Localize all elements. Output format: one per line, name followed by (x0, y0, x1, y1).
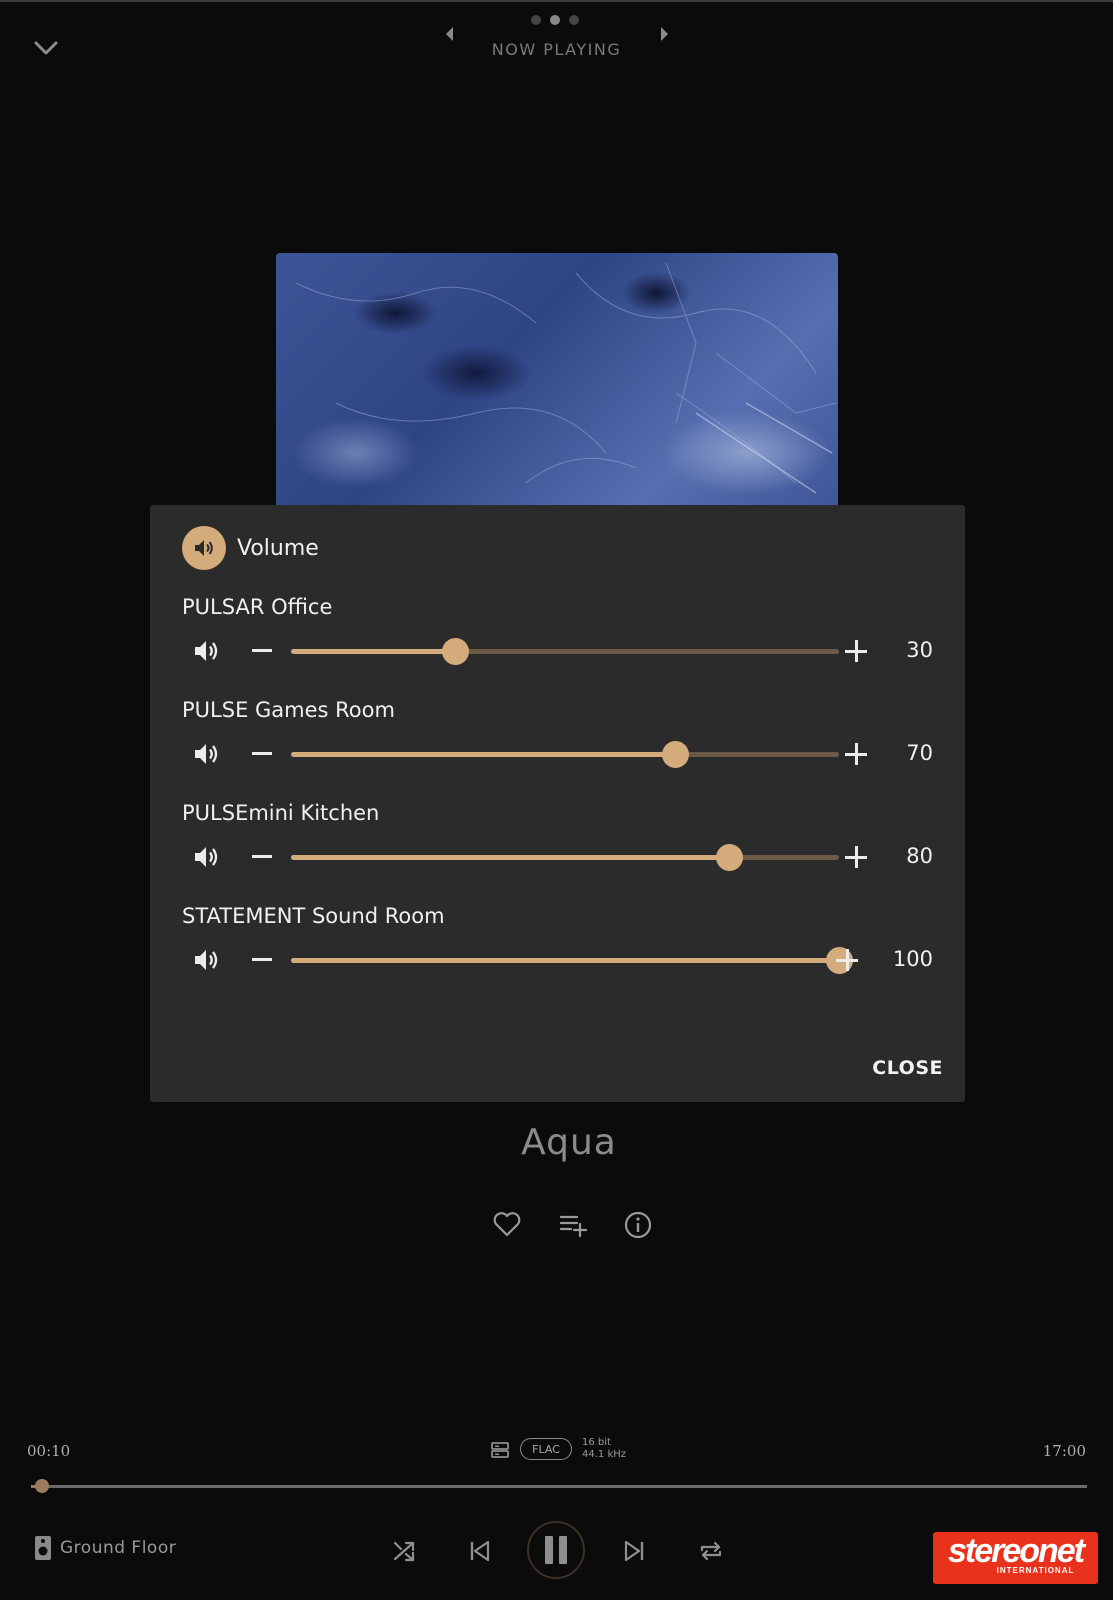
album-artwork (276, 253, 838, 505)
volume-up-button[interactable] (845, 846, 867, 868)
speaker-device-icon (35, 1536, 51, 1560)
audio-spec: 16 bit 44.1 kHz (582, 1437, 626, 1461)
volume-slider-fill (291, 958, 839, 963)
volume-slider-handle[interactable] (442, 638, 470, 665)
progress-handle[interactable] (34, 1479, 49, 1493)
volume-value: 70 (906, 741, 933, 765)
speaker-icon[interactable] (192, 636, 222, 666)
duration-time: 17:00 (1042, 1442, 1086, 1460)
page-indicator (531, 15, 579, 25)
speaker-icon (182, 526, 226, 570)
bit-depth: 16 bit (582, 1437, 611, 1448)
volume-up-button[interactable] (845, 743, 867, 765)
track-title: Aqua (521, 1122, 617, 1163)
heart-icon[interactable] (492, 1210, 522, 1238)
dialog-title: Volume (237, 535, 319, 561)
page-dot[interactable] (569, 15, 579, 25)
volume-value: 80 (906, 844, 933, 868)
volume-slider-fill (291, 649, 456, 654)
format-badge: FLAC (520, 1438, 572, 1460)
volume-slider[interactable] (291, 638, 839, 665)
progress-bar[interactable] (31, 1479, 1087, 1493)
top-divider (0, 0, 1113, 2)
zone-volume-row: PULSE Games Room 70 (150, 698, 965, 798)
shuffle-icon[interactable] (392, 1539, 416, 1563)
zone-name: PULSEmini Kitchen (182, 801, 380, 825)
volume-down-button[interactable] (252, 752, 272, 755)
zone-label: Ground Floor (60, 1538, 177, 1558)
playlist-add-icon[interactable] (558, 1210, 588, 1238)
zone-name: PULSAR Office (182, 595, 333, 619)
zone-selector[interactable]: Ground Floor (34, 1535, 176, 1561)
server-icon (491, 1442, 509, 1458)
volume-down-button[interactable] (252, 649, 272, 652)
volume-slider-handle[interactable] (716, 844, 744, 871)
stereonet-logo: stereonet INTERNATIONAL (933, 1532, 1098, 1584)
zone-volume-row: PULSAR Office 30 (150, 595, 965, 695)
zone-volume-row: STATEMENT Sound Room 100 (150, 904, 965, 1004)
volume-slider-fill (291, 752, 675, 757)
zone-name: STATEMENT Sound Room (182, 904, 445, 928)
volume-dialog: Volume PULSAR Office 30 PULSE Games Room 70… (150, 505, 965, 1102)
volume-down-button[interactable] (252, 958, 272, 961)
info-icon[interactable] (623, 1210, 653, 1240)
elapsed-time: 00:10 (27, 1442, 71, 1460)
pause-button[interactable] (527, 1521, 585, 1579)
volume-value: 30 (906, 638, 933, 662)
previous-icon[interactable] (468, 1539, 492, 1563)
volume-value: 100 (892, 947, 933, 971)
logo-main: stereonet (947, 1532, 1085, 1570)
volume-slider[interactable] (291, 947, 853, 974)
speaker-icon[interactable] (192, 842, 222, 872)
page-title: NOW PLAYING (491, 40, 622, 59)
volume-up-button[interactable] (845, 640, 867, 662)
volume-slider-fill (291, 855, 730, 860)
close-button[interactable]: CLOSE (872, 1057, 943, 1079)
pause-icon (545, 1536, 567, 1564)
zone-name: PULSE Games Room (182, 698, 395, 722)
page-dot-active[interactable] (550, 15, 560, 25)
page-dot[interactable] (531, 15, 541, 25)
volume-down-button[interactable] (252, 855, 272, 858)
sample-rate: 44.1 kHz (582, 1449, 627, 1460)
repeat-icon[interactable] (699, 1539, 723, 1563)
volume-slider-handle[interactable] (661, 741, 689, 768)
zone-volume-row: PULSEmini Kitchen 80 (150, 801, 965, 901)
speaker-icon[interactable] (192, 739, 222, 769)
next-icon[interactable] (622, 1539, 646, 1563)
volume-slider[interactable] (291, 741, 839, 768)
speaker-icon[interactable] (192, 945, 222, 975)
volume-slider[interactable] (291, 844, 839, 871)
volume-up-button[interactable] (836, 949, 858, 971)
